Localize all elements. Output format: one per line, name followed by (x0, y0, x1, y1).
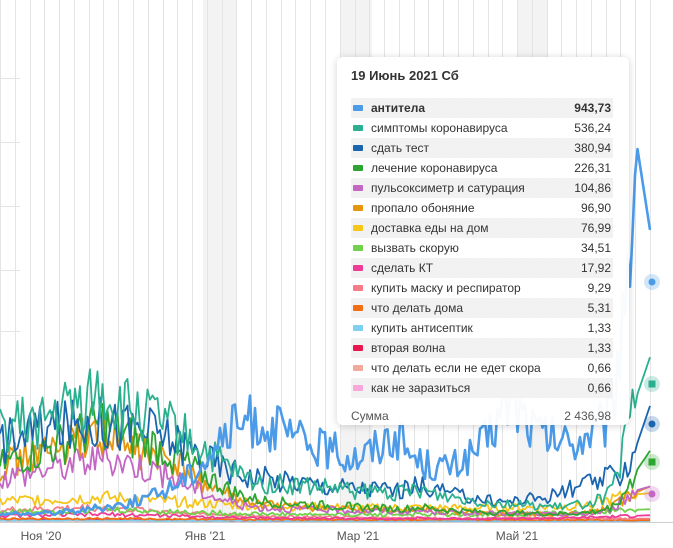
series-value: 380,94 (574, 141, 611, 155)
series-name: вторая волна (371, 341, 446, 355)
series-end-marker (648, 458, 656, 466)
series-value: 0,66 (587, 361, 611, 375)
tooltip-row: пропало обоняние 96,90 (351, 198, 613, 218)
series-value: 104,86 (574, 181, 611, 195)
series-name: пропало обоняние (371, 201, 475, 215)
tooltip-row: симптомы коронавируса 536,24 (351, 118, 613, 138)
tooltip-row: вызвать скорую 34,51 (351, 238, 613, 258)
tooltip-row: сдать тест 380,94 (351, 138, 613, 158)
x-tick-label: Янв '21 (185, 529, 226, 543)
tooltip-series-list: антитела 943,73 симптомы коронавируса 536,2… (351, 98, 613, 398)
series-name: как не заразиться (371, 381, 471, 395)
series-color-swatch (353, 385, 363, 391)
tooltip-row: купить антисептик 1,33 (351, 318, 613, 338)
x-tick-label: Ноя '20 (21, 529, 62, 543)
tooltip-row: как не заразиться 0,66 (351, 378, 613, 398)
series-color-swatch (353, 345, 363, 351)
series-color-swatch (353, 105, 363, 111)
series-value: 96,90 (580, 201, 611, 215)
series-color-swatch (353, 225, 363, 231)
series-color-swatch (353, 265, 363, 271)
series-color-swatch (353, 365, 363, 371)
series-value: 9,29 (587, 281, 611, 295)
tooltip-date: 19 Июнь 2021 Сб (351, 68, 459, 83)
series-value: 0,66 (587, 381, 611, 395)
series-color-swatch (353, 205, 363, 211)
series-name: что делать дома (371, 301, 463, 315)
series-end-marker (648, 380, 656, 388)
x-axis-ticks: Ноя '20 Янв '21 Мар '21 Май '21 (21, 529, 539, 543)
tooltip-row: вторая волна 1,33 (351, 338, 613, 358)
series-value: 5,31 (587, 301, 611, 315)
series-name: купить антисептик (371, 321, 473, 335)
series-value: 76,99 (580, 221, 611, 235)
series-value: 226,31 (574, 161, 611, 175)
series-value: 536,24 (574, 121, 611, 135)
series-name: антитела (371, 101, 426, 115)
x-tick-label: Мар '21 (337, 529, 380, 543)
series-color-swatch (353, 125, 363, 131)
series-end-markers (644, 274, 660, 502)
x-tick-label: Май '21 (496, 529, 539, 543)
tooltip-row: сделать КТ 17,92 (351, 258, 613, 278)
series-name: доставка еды на дом (371, 221, 489, 235)
series-value: 1,33 (587, 341, 611, 355)
series-end-marker (648, 420, 656, 428)
series-name: пульсоксиметр и сатурация (371, 181, 525, 195)
series-name: купить маску и респиратор (371, 281, 521, 295)
series-color-swatch (353, 185, 363, 191)
series-name: сдать тест (371, 141, 430, 155)
series-name: вызвать скорую (371, 241, 459, 255)
chart-tooltip: 19 Июнь 2021 Сб антитела 943,73 симптомы к… (337, 57, 629, 425)
series-name: сделать КТ (371, 261, 434, 275)
series-color-swatch (353, 145, 363, 151)
tooltip-total-label: Сумма (351, 409, 389, 423)
series-name: симптомы коронавируса (371, 121, 508, 135)
series-color-swatch (353, 305, 363, 311)
series-color-swatch (353, 285, 363, 291)
tooltip-total-value: 2 436,98 (564, 409, 611, 423)
series-color-swatch (353, 245, 363, 251)
series-name: что делать если не едет скорая (371, 361, 541, 375)
series-end-marker (648, 278, 656, 286)
tooltip-row: что делать если не едет скорая 0,66 (351, 358, 613, 378)
tooltip-row: что делать дома 5,31 (351, 298, 613, 318)
series-end-marker (648, 490, 656, 498)
tooltip-row: купить маску и респиратор 9,29 (351, 278, 613, 298)
series-value: 943,73 (574, 101, 611, 115)
tooltip-total-row: Сумма 2 436,98 (351, 409, 613, 423)
series-name: лечение коронавируса (371, 161, 498, 175)
series-color-swatch (353, 165, 363, 171)
series-value: 1,33 (587, 321, 611, 335)
tooltip-row: пульсоксиметр и сатурация 104,86 (351, 178, 613, 198)
series-value: 34,51 (580, 241, 611, 255)
tooltip-row: антитела 943,73 (351, 98, 613, 118)
tooltip-row: лечение коронавируса 226,31 (351, 158, 613, 178)
tooltip-row: доставка еды на дом 76,99 (351, 218, 613, 238)
series-value: 17,92 (580, 261, 611, 275)
series-color-swatch (353, 325, 363, 331)
